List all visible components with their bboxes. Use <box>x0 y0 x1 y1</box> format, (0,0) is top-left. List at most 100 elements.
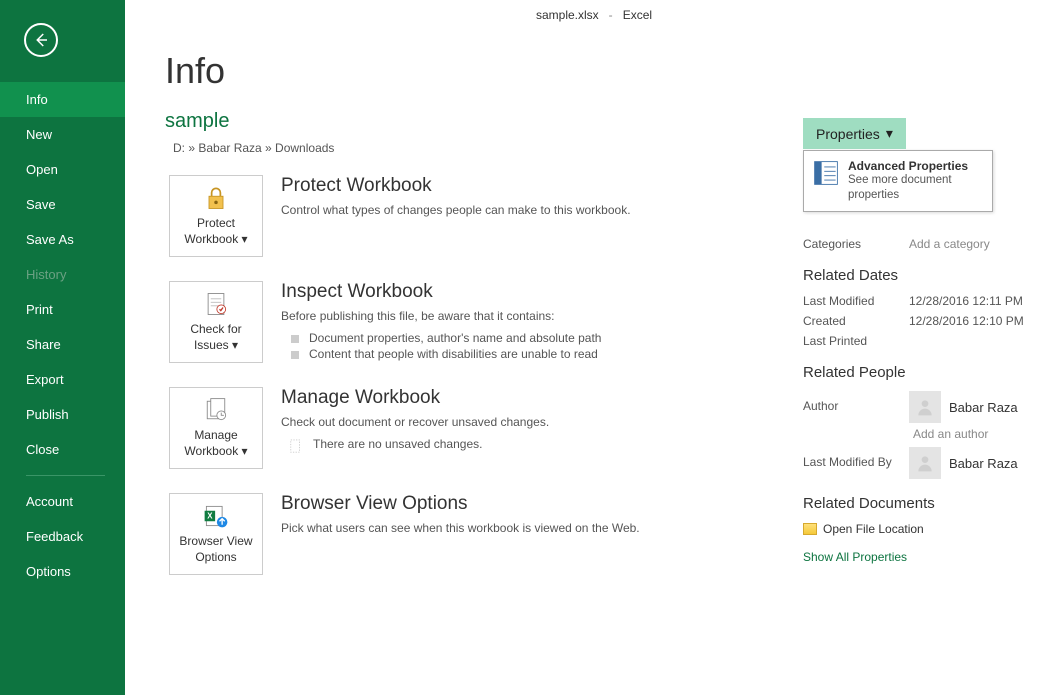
author-name[interactable]: Babar Raza <box>949 400 1018 415</box>
sidebar-item-save[interactable]: Save <box>0 187 125 222</box>
open-file-location-label: Open File Location <box>823 522 924 536</box>
avatar <box>909 391 941 423</box>
manage-workbook-button[interactable]: Manage Workbook ▾ <box>169 387 263 469</box>
last-modified-by-label: Last Modified By <box>803 447 909 469</box>
manage-tile-label: Manage Workbook ▾ <box>170 428 262 459</box>
categories-value[interactable]: Add a category <box>909 237 990 251</box>
manage-desc: Check out document or recover unsaved ch… <box>281 413 783 431</box>
document-stack-icon <box>202 396 230 424</box>
popover-title: Advanced Properties <box>848 159 984 173</box>
chevron-down-icon: ▾ <box>886 125 893 142</box>
related-documents-heading: Related Documents <box>803 495 1063 512</box>
last-printed-label: Last Printed <box>803 334 909 348</box>
inspect-desc: Before publishing this file, be aware th… <box>281 307 783 325</box>
browser-title: Browser View Options <box>281 493 783 515</box>
bullet-icon <box>291 351 299 359</box>
protect-section: Protect Workbook ▾ Protect Workbook Cont… <box>165 175 783 257</box>
left-column: Info sample D: » Babar Raza » Downloads … <box>165 30 803 695</box>
protect-workbook-button[interactable]: Protect Workbook ▾ <box>169 175 263 257</box>
inspect-bullets: Document properties, author's name and a… <box>281 331 783 361</box>
bullet-icon <box>291 335 299 343</box>
protect-desc: Control what types of changes people can… <box>281 201 783 219</box>
created-row: Created 12/28/2016 12:10 PM <box>803 314 1063 328</box>
document-path[interactable]: D: » Babar Raza » Downloads <box>165 141 783 155</box>
browser-tile-label: Browser View Options <box>170 534 262 565</box>
sidebar-item-open[interactable]: Open <box>0 152 125 187</box>
properties-icon <box>812 159 840 187</box>
sidebar-item-options[interactable]: Options <box>0 554 125 589</box>
excel-upload-icon: X <box>202 502 230 530</box>
checklist-icon <box>202 290 230 318</box>
sidebar-item-new[interactable]: New <box>0 117 125 152</box>
protect-title: Protect Workbook <box>281 175 783 197</box>
lock-icon <box>202 184 230 212</box>
sidebar-items: Info New Open Save Save As History Print… <box>0 82 125 589</box>
advanced-properties-popover[interactable]: Advanced Properties See more document pr… <box>803 150 993 212</box>
sidebar-item-feedback[interactable]: Feedback <box>0 519 125 554</box>
related-people-heading: Related People <box>803 364 1063 381</box>
inspect-title: Inspect Workbook <box>281 281 783 303</box>
browser-desc: Pick what users can see when this workbo… <box>281 519 783 537</box>
properties-label: Properties <box>816 126 880 142</box>
author-row: Author Babar Raza Add an author <box>803 391 1063 441</box>
sidebar-item-history: History <box>0 257 125 292</box>
title-filename: sample.xlsx <box>536 8 599 22</box>
bullet-text: Content that people with disabilities ar… <box>309 347 598 361</box>
last-modified-by-name[interactable]: Babar Raza <box>949 456 1018 471</box>
manage-title: Manage Workbook <box>281 387 783 409</box>
categories-row: Categories Add a category <box>803 237 1063 251</box>
sidebar-item-export[interactable]: Export <box>0 362 125 397</box>
last-modified-label: Last Modified <box>803 294 909 308</box>
add-author[interactable]: Add an author <box>913 427 1018 441</box>
sidebar-item-save-as[interactable]: Save As <box>0 222 125 257</box>
inspect-bullet: Content that people with disabilities ar… <box>281 347 783 361</box>
sidebar-item-share[interactable]: Share <box>0 327 125 362</box>
open-file-location[interactable]: Open File Location <box>803 522 1063 536</box>
document-icon <box>289 439 303 453</box>
protect-tile-label: Protect Workbook ▾ <box>170 216 262 247</box>
page-title: Info <box>165 50 783 92</box>
title-app: Excel <box>623 8 652 22</box>
backstage-sidebar: Info New Open Save Save As History Print… <box>0 0 125 695</box>
browser-view-button[interactable]: X Browser View Options <box>169 493 263 575</box>
inspect-section: Check for Issues ▾ Inspect Workbook Befo… <box>165 281 783 363</box>
bullet-text: Document properties, author's name and a… <box>309 331 601 345</box>
check-issues-tile-label: Check for Issues ▾ <box>170 322 262 353</box>
chevron-down-icon: ▾ <box>229 338 238 352</box>
categories-label: Categories <box>803 237 909 251</box>
svg-text:X: X <box>207 512 213 521</box>
last-modified-value: 12/28/2016 12:11 PM <box>909 294 1023 308</box>
manage-section: Manage Workbook ▾ Manage Workbook Check … <box>165 387 783 469</box>
manage-note: There are no unsaved changes. <box>313 437 482 451</box>
created-value: 12/28/2016 12:10 PM <box>909 314 1024 328</box>
sidebar-item-info[interactable]: Info <box>0 82 125 117</box>
properties-panel: Properties ▾ Advanced Properties See mor… <box>803 30 1063 695</box>
title-bar: sample.xlsx - Excel <box>125 0 1063 30</box>
person-icon <box>915 397 935 417</box>
content: sample.xlsx - Excel Info sample D: » Bab… <box>125 0 1063 695</box>
last-modified-row: Last Modified 12/28/2016 12:11 PM <box>803 294 1063 308</box>
related-dates-heading: Related Dates <box>803 267 1063 284</box>
browser-section: X Browser View Options Browser View Opti… <box>165 493 783 575</box>
chevron-down-icon: ▾ <box>238 232 247 246</box>
title-separator: - <box>602 8 619 22</box>
person-icon <box>915 453 935 473</box>
sidebar-divider <box>26 475 105 476</box>
sidebar-item-account[interactable]: Account <box>0 484 125 519</box>
sidebar-item-publish[interactable]: Publish <box>0 397 125 432</box>
chevron-down-icon: ▾ <box>238 444 247 458</box>
last-modified-by-row: Last Modified By Babar Raza <box>803 447 1063 479</box>
inspect-bullet: Document properties, author's name and a… <box>281 331 783 345</box>
popover-desc: See more document properties <box>848 173 984 203</box>
avatar <box>909 447 941 479</box>
document-name: sample <box>165 110 783 133</box>
back-button[interactable] <box>24 23 58 57</box>
sidebar-item-print[interactable]: Print <box>0 292 125 327</box>
arrow-left-icon <box>32 31 50 49</box>
properties-dropdown[interactable]: Properties ▾ <box>803 118 906 149</box>
created-label: Created <box>803 314 909 328</box>
check-issues-button[interactable]: Check for Issues ▾ <box>169 281 263 363</box>
last-printed-row: Last Printed <box>803 334 1063 348</box>
show-all-properties[interactable]: Show All Properties <box>803 550 1063 564</box>
sidebar-item-close[interactable]: Close <box>0 432 125 467</box>
